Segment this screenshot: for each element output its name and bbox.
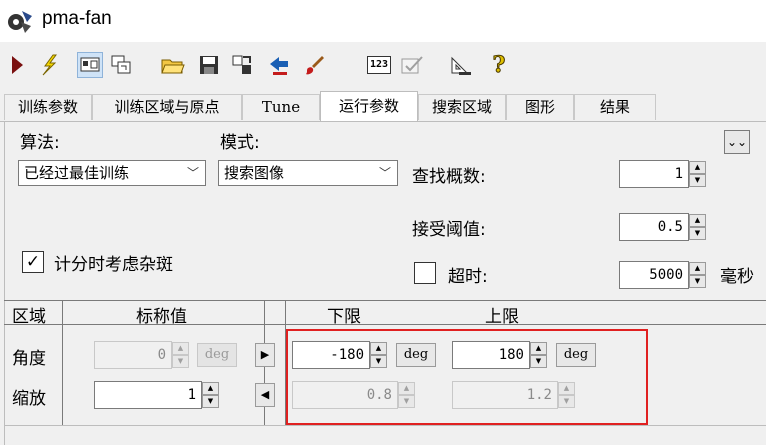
double-chevron-down-icon: ⌄⌄ xyxy=(726,135,748,149)
tab-search-region[interactable]: 搜索区域 xyxy=(418,94,506,120)
tab-graphics[interactable]: 图形 xyxy=(506,94,574,120)
check-icon: ✓ xyxy=(25,252,41,272)
scale-collapse-arrow[interactable]: ◀ xyxy=(255,383,275,407)
tab-results[interactable]: 结果 xyxy=(574,94,656,120)
algorithm-select[interactable]: 已经过最佳训练 ﹀ xyxy=(18,160,206,186)
row-angle-label: 角度 xyxy=(12,349,46,369)
play-icon[interactable] xyxy=(4,52,30,78)
highlight-box xyxy=(286,329,648,425)
header-high: 上限 xyxy=(485,307,519,327)
expand-button[interactable]: ⌄⌄ xyxy=(724,130,750,154)
header-low: 下限 xyxy=(327,307,361,327)
timeout-stepper: 5000 ▲ ▼ xyxy=(619,261,711,289)
counter-label: 123 xyxy=(366,56,392,74)
spin-up-icon[interactable]: ▲ xyxy=(202,382,219,395)
import-icon[interactable] xyxy=(266,52,292,78)
tab-bar: 训练参数 训练区域与原点 Tune 运行参数 搜索区域 图形 结果 xyxy=(0,91,766,122)
angle-nominal-spin: ▲ ▼ xyxy=(172,342,189,368)
row-scale-label: 缩放 xyxy=(12,389,46,409)
spin-down-icon[interactable]: ▼ xyxy=(689,227,706,240)
clutter-label: 计分时考虑杂斑 xyxy=(54,255,173,275)
spin-up-icon: ▲ xyxy=(172,342,189,355)
export-icon[interactable] xyxy=(229,52,255,78)
table-bottom-border xyxy=(4,425,766,426)
table-top-border xyxy=(4,300,766,301)
header-zone: 区域 xyxy=(12,307,46,327)
clutter-checkbox[interactable]: ✓ xyxy=(22,251,44,273)
help-label: ? xyxy=(492,52,506,79)
scale-nominal-stepper: 1 ▲ ▼ xyxy=(94,381,224,409)
angle-expand-arrow[interactable]: ▶ xyxy=(255,343,275,367)
brush-icon[interactable] xyxy=(302,52,328,78)
angle-nominal-stepper: 0 ▲ ▼ xyxy=(94,341,194,369)
triangle-right-icon: ▶ xyxy=(260,348,270,361)
accept-threshold-spin[interactable]: ▲ ▼ xyxy=(689,214,706,240)
find-count-spin[interactable]: ▲ ▼ xyxy=(689,161,706,187)
lightning-icon[interactable] xyxy=(36,52,62,78)
timeout-unit: 毫秒 xyxy=(720,267,754,287)
mode-label: 模式: xyxy=(220,133,260,153)
toolbar: 123 ? xyxy=(0,42,766,92)
spin-down-icon[interactable]: ▼ xyxy=(689,174,706,187)
window-title: pma-fan xyxy=(42,8,112,29)
app-logo-icon xyxy=(7,8,33,34)
chevron-down-icon: ﹀ xyxy=(186,166,199,180)
checkmark-icon[interactable] xyxy=(399,52,425,78)
timeout-checkbox[interactable] xyxy=(414,262,436,284)
open-folder-icon[interactable] xyxy=(160,52,186,78)
spin-down-icon[interactable]: ▼ xyxy=(689,275,706,288)
table-header-border xyxy=(4,324,766,325)
tab-tune[interactable]: Tune xyxy=(242,94,320,120)
col-divider-1 xyxy=(62,300,63,425)
window-arrange-icon[interactable] xyxy=(108,52,134,78)
timeout-field[interactable]: 5000 xyxy=(619,261,689,289)
tab-train-params[interactable]: 训练参数 xyxy=(4,94,92,120)
tab-train-region-origin[interactable]: 训练区域与原点 xyxy=(92,94,242,120)
chevron-down-icon: ﹀ xyxy=(378,166,391,180)
find-count-field[interactable]: 1 xyxy=(619,160,689,188)
find-count-label: 查找概数: xyxy=(412,167,486,187)
scale-nominal-spin[interactable]: ▲ ▼ xyxy=(202,382,219,408)
header-nominal: 标称值 xyxy=(136,307,187,327)
timeout-spin[interactable]: ▲ ▼ xyxy=(689,262,706,288)
spin-up-icon[interactable]: ▲ xyxy=(689,214,706,227)
mode-value: 搜索图像 xyxy=(224,164,285,182)
triangle-left-icon: ◀ xyxy=(260,388,270,401)
accept-threshold-stepper: 0.5 ▲ ▼ xyxy=(619,213,711,241)
algorithm-label: 算法: xyxy=(20,133,60,153)
spin-up-icon[interactable]: ▲ xyxy=(689,262,706,275)
geometry-icon[interactable] xyxy=(448,52,474,78)
scale-nominal-field[interactable]: 1 xyxy=(94,381,202,409)
spin-down-icon[interactable]: ▼ xyxy=(202,395,219,408)
view-toggle-icon[interactable] xyxy=(77,52,103,78)
find-count-stepper: 1 ▲ ▼ xyxy=(619,160,711,188)
title-bar: pma-fan xyxy=(0,0,766,42)
accept-threshold-field[interactable]: 0.5 xyxy=(619,213,689,241)
angle-nominal-unit: deg xyxy=(197,343,237,367)
spin-down-icon: ▼ xyxy=(172,355,189,368)
mode-select[interactable]: 搜索图像 ﹀ xyxy=(218,160,398,186)
angle-nominal-field: 0 xyxy=(94,341,172,369)
timeout-label: 超时: xyxy=(448,267,488,287)
spin-up-icon[interactable]: ▲ xyxy=(689,161,706,174)
help-icon[interactable]: ? xyxy=(486,52,512,79)
counter-icon[interactable]: 123 xyxy=(364,52,394,78)
save-icon[interactable] xyxy=(196,52,222,78)
accept-threshold-label: 接受阈值: xyxy=(412,220,486,240)
tab-run-params[interactable]: 运行参数 xyxy=(320,91,418,121)
algorithm-value: 已经过最佳训练 xyxy=(24,164,130,182)
